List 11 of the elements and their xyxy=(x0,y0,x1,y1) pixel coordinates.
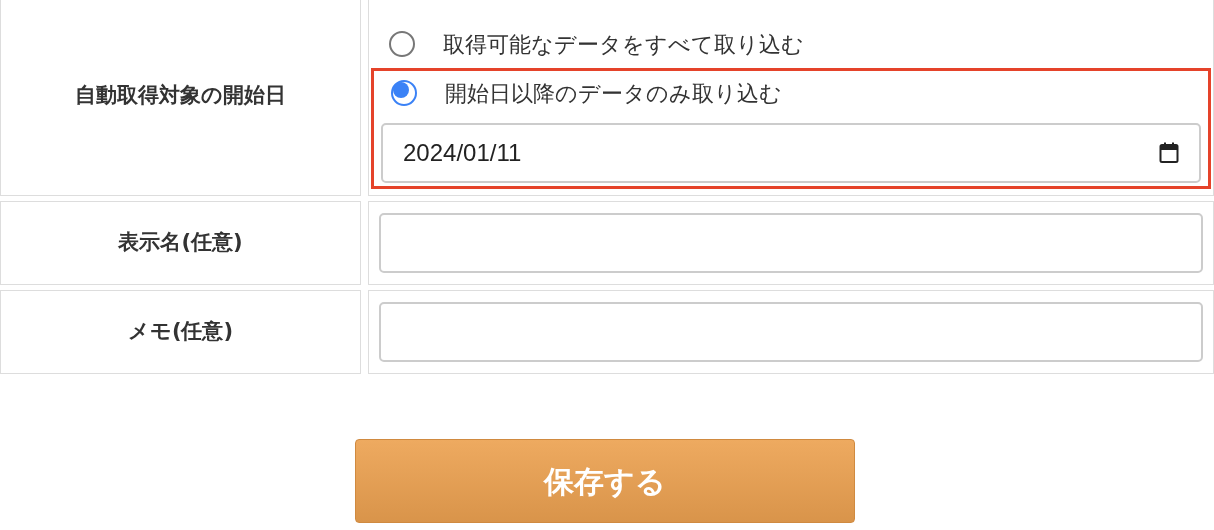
input-field[interactable] xyxy=(379,302,1203,362)
field-label: 自動取得対象の開始日 xyxy=(0,0,361,196)
calendar-icon[interactable] xyxy=(1159,142,1179,164)
field-label: メモ(任意) xyxy=(0,290,361,374)
field-label: 表示名(任意) xyxy=(0,201,361,285)
input-field[interactable] xyxy=(379,213,1203,273)
option-label: 開始日以降のデータのみ取り込む xyxy=(445,79,782,108)
radio-button[interactable] xyxy=(389,31,415,57)
radio-button[interactable] xyxy=(391,80,417,106)
date-field[interactable]: 2024/01/11 xyxy=(381,123,1201,183)
option-label: 取得可能なデータをすべて取り込む xyxy=(443,30,804,59)
